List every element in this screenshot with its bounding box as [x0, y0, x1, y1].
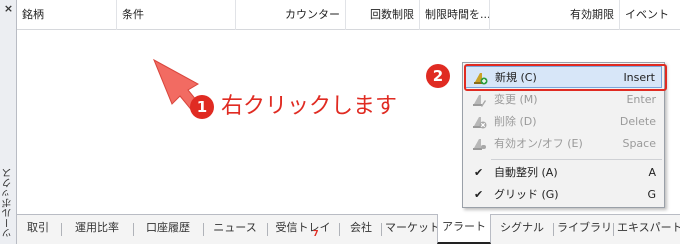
menu-item-delete-label: 削除 (D)	[494, 115, 537, 128]
context-menu: 新規 (C) Insert 変更 (M) Enter 削除 (D) Delete…	[462, 62, 667, 208]
menu-item-delete-shortcut: Delete	[619, 115, 656, 128]
column-header-condition[interactable]: 条件	[117, 0, 236, 30]
tab-signals[interactable]: シグナル	[495, 215, 549, 244]
menu-item-auto-arrange[interactable]: ✔ 自動整列 (A) A	[465, 162, 662, 184]
menu-item-toggle[interactable]: 有効オン/オフ (E) Space	[465, 133, 662, 155]
tab-separator	[133, 223, 134, 236]
tab-trade[interactable]: 取引	[21, 215, 55, 244]
tab-exposure[interactable]: 運用比率	[67, 215, 127, 244]
tab-separator	[381, 223, 382, 236]
column-header-counter[interactable]: カウンター	[236, 0, 346, 30]
tab-mailbox-label: 受信トレイ	[275, 221, 331, 234]
tab-account-history[interactable]: 口座履歴	[139, 215, 197, 244]
menu-item-grid[interactable]: ✔ グリッド (G) G	[465, 184, 662, 206]
tab-market[interactable]: マーケット	[385, 215, 440, 244]
tab-alerts[interactable]: アラート	[437, 214, 491, 244]
menu-item-auto-arrange-label: 自動整列 (A)	[494, 166, 558, 179]
tab-separator	[553, 223, 554, 236]
menu-item-new[interactable]: 新規 (C) Insert	[464, 64, 667, 91]
tab-news[interactable]: ニュース	[209, 215, 261, 244]
checkmark-icon: ✔	[474, 188, 484, 201]
tab-experts[interactable]: エキスパート	[617, 215, 680, 244]
column-header-limit[interactable]: 回数制限	[346, 0, 420, 30]
column-header-event[interactable]: イベント	[620, 0, 680, 30]
highlight-outline	[464, 64, 667, 91]
delete-alert-icon	[473, 117, 487, 129]
column-header-expiry[interactable]: 有効期限	[490, 0, 620, 30]
edit-alert-icon	[473, 95, 486, 107]
menu-item-toggle-shortcut: Space	[622, 137, 656, 150]
close-icon[interactable]: ×	[0, 2, 17, 15]
mailbox-count-badge: 7	[313, 229, 319, 238]
toolbox-strip: × ツールボックス	[0, 0, 17, 244]
tab-separator	[339, 223, 340, 236]
tab-separator	[613, 223, 614, 236]
tab-library[interactable]: ライブラリ	[557, 215, 612, 244]
menu-separator	[491, 159, 662, 160]
menu-item-grid-label: グリッド (G)	[494, 188, 559, 201]
tab-separator	[203, 223, 204, 236]
menu-item-grid-shortcut: G	[647, 188, 656, 201]
menu-item-edit[interactable]: 変更 (M) Enter	[465, 89, 662, 111]
tab-mailbox[interactable]: 受信トレイ	[273, 215, 333, 244]
alerts-table-header: 銘柄 条件 カウンター 回数制限 制限時間を... 有効期限 イベント	[17, 0, 680, 30]
menu-item-edit-label: 変更 (M)	[494, 93, 538, 106]
terminal-tabs: 取引 運用比率 口座履歴 ニュース 受信トレイ 7 会社 マーケット アラート …	[17, 214, 680, 244]
menu-item-toggle-label: 有効オン/オフ (E)	[494, 137, 583, 150]
toolbox-label: ツールボックス	[3, 168, 14, 238]
menu-item-delete[interactable]: 削除 (D) Delete	[465, 111, 662, 133]
toggle-alert-icon	[473, 139, 486, 150]
step-1-badge: 1	[190, 95, 214, 119]
step-2-badge: 2	[426, 64, 450, 88]
column-header-time-limit[interactable]: 制限時間を...	[420, 0, 490, 30]
tab-company[interactable]: 会社	[343, 215, 379, 244]
column-header-symbol[interactable]: 銘柄	[17, 0, 117, 30]
menu-item-edit-shortcut: Enter	[626, 93, 656, 106]
tab-separator	[61, 223, 62, 236]
step-1-instruction: 右クリックします	[221, 94, 398, 119]
checkmark-icon: ✔	[474, 166, 484, 179]
menu-item-auto-arrange-shortcut: A	[648, 166, 656, 179]
tab-separator	[267, 223, 268, 236]
